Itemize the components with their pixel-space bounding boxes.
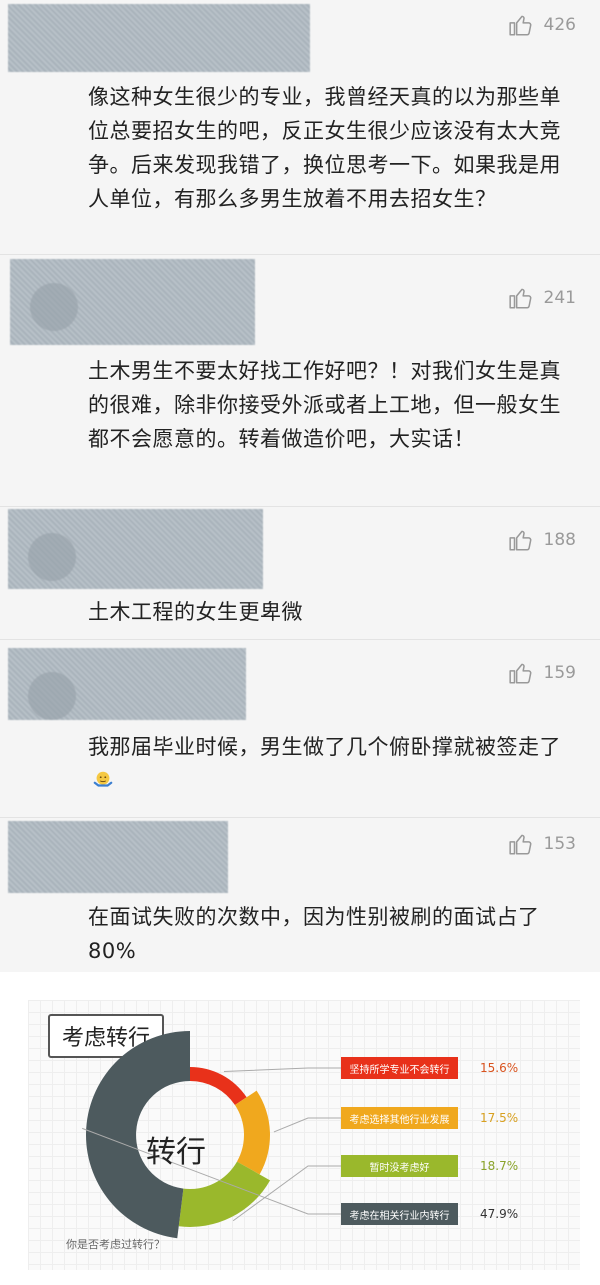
- comment-item: 426 像这种女生很少的专业，我曾经天真的以为那些单位总要招女生的吧，反正女生很…: [0, 0, 600, 255]
- like-count: 159: [543, 663, 576, 683]
- blurred-username: [8, 4, 310, 72]
- pie-chart-svg: [82, 1031, 341, 1239]
- percentage-label-2: 17.5%: [480, 1111, 519, 1125]
- thumbs-up-icon: [508, 663, 531, 684]
- blurred-username: [8, 821, 228, 893]
- chart-question: 你是否考虑过转行？: [66, 1238, 165, 1251]
- comment-text: 土木工程的女生更卑微: [88, 600, 303, 624]
- comment-item: 188 土木工程的女生更卑微: [0, 507, 600, 640]
- thumbs-up-icon: [508, 288, 531, 309]
- legend-option-4: 考虑在相关行业内转行: [341, 1203, 458, 1225]
- leader-line-2: [273, 1117, 341, 1133]
- percentage-label-4: 47.9%: [480, 1207, 519, 1221]
- chart-center-label: 转行: [146, 1135, 206, 1170]
- like-button[interactable]: 153: [508, 831, 576, 857]
- comment-text-body: 我那届毕业时候，男生做了几个俯卧撑就被签走了: [88, 735, 561, 759]
- comment-text: 像这种女生很少的专业，我曾经天真的以为那些单位总要招女生的吧，反正女生很少应该没…: [88, 85, 561, 211]
- comment-text: 在面试失败的次数中，因为性别被刷的面试占了80%: [88, 905, 540, 963]
- like-button[interactable]: 159: [508, 660, 576, 686]
- percentage-label-3: 18.7%: [480, 1159, 519, 1173]
- shrug-emoji-icon: [93, 771, 113, 787]
- comment-text: 我那届毕业时候，男生做了几个俯卧撑就被签走了: [88, 730, 578, 798]
- like-button[interactable]: 241: [508, 285, 576, 311]
- career-change-chart: 考虑转行 转行 坚持所学专业不会转行 15.6% 考虑选择其他行业发展 17.5% 暂时…: [28, 1000, 580, 1270]
- like-count: 188: [543, 530, 576, 550]
- legend-option-1: 坚持所学专业不会转行: [341, 1057, 458, 1079]
- thumbs-up-icon: [508, 834, 531, 855]
- leader-line-1: [223, 1067, 341, 1073]
- blurred-username: [8, 648, 246, 720]
- thumbs-up-icon: [508, 530, 531, 551]
- comment-item: 153 在面试失败的次数中，因为性别被刷的面试占了80%: [0, 818, 600, 972]
- blurred-username: [8, 509, 263, 589]
- percentage-label-1: 15.6%: [480, 1061, 519, 1075]
- like-count: 241: [543, 288, 576, 308]
- legend-option-2: 考虑选择其他行业发展: [341, 1107, 458, 1129]
- like-count: 426: [543, 15, 576, 35]
- like-button[interactable]: 188: [508, 527, 576, 553]
- like-count: 153: [543, 834, 576, 854]
- blurred-username: [10, 259, 255, 345]
- pie-slice-1: [190, 1067, 247, 1106]
- comment-item: 241 土木男生不要太好找工作好吧？！对我们女生是真的很难，除非你接受外派或者上…: [0, 255, 600, 507]
- like-button[interactable]: 426: [508, 12, 576, 38]
- pie-slice-2: [234, 1090, 270, 1175]
- comment-text: 土木男生不要太好找工作好吧？！对我们女生是真的很难，除非你接受外派或者上工地，但…: [88, 359, 561, 451]
- comment-item: 159 我那届毕业时候，男生做了几个俯卧撑就被签走了: [0, 640, 600, 818]
- thumbs-up-icon: [508, 15, 531, 36]
- legend-option-3: 暂时没考虑好: [341, 1155, 458, 1177]
- comment-list: 426 像这种女生很少的专业，我曾经天真的以为那些单位总要招女生的吧，反正女生很…: [0, 0, 600, 972]
